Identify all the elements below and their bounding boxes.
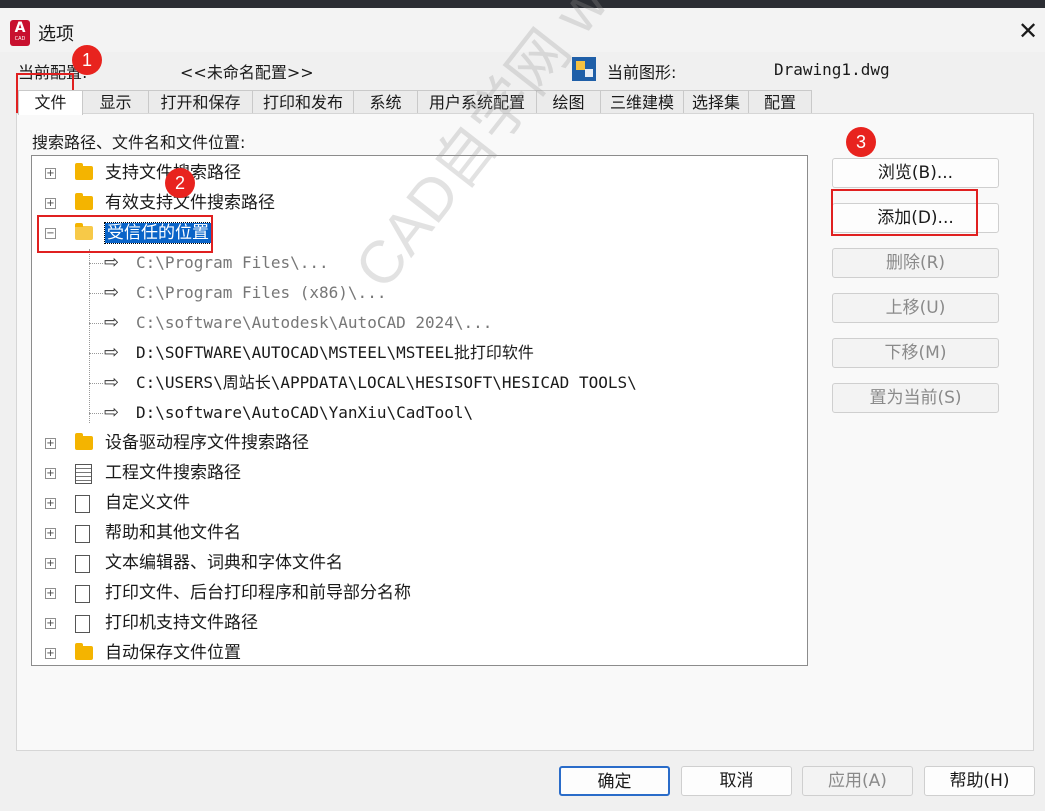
expand-icon[interactable]: + <box>45 198 56 209</box>
tree-item-label: 打印文件、后台打印程序和前导部分名称 <box>105 583 411 603</box>
tab-user-preferences[interactable]: 用户系统配置 <box>417 90 537 114</box>
document-list-icon <box>75 464 92 484</box>
expand-icon[interactable]: + <box>45 468 56 479</box>
trusted-path-item[interactable]: ⇨ D:\SOFTWARE\AUTOCAD\MSTEEL\MSTEEL批打印软件 <box>32 339 782 367</box>
tree-item-label: 自定义文件 <box>105 493 190 513</box>
trusted-path-item[interactable]: ⇨ D:\software\AutoCAD\YanXiu\CadTool\ <box>32 399 782 427</box>
app-icon-sub: CAD <box>14 36 26 42</box>
tree-item-print-files[interactable]: + 打印文件、后台打印程序和前导部分名称 <box>32 579 782 607</box>
path-label: C:\software\Autodesk\AutoCAD 2024\... <box>136 313 493 332</box>
path-arrow-icon: ⇨ <box>104 312 120 333</box>
expand-icon[interactable]: + <box>45 558 56 569</box>
tree-item-label: 有效支持文件搜索路径 <box>105 193 275 213</box>
tree-item-device-driver-paths[interactable]: + 设备驱动程序文件搜索路径 <box>32 429 782 457</box>
expand-icon[interactable]: + <box>45 588 56 599</box>
tree-item-autosave-location[interactable]: + 自动保存文件位置 <box>32 639 782 665</box>
tab-system[interactable]: 系统 <box>353 90 418 114</box>
path-arrow-icon: ⇨ <box>104 252 120 273</box>
tab-display[interactable]: 显示 <box>82 90 149 114</box>
tab-plot-publish[interactable]: 打印和发布 <box>252 90 354 114</box>
title-bar: A CAD 选项 ✕ <box>0 8 1045 52</box>
path-label: C:\Program Files (x86)\... <box>136 283 387 302</box>
trusted-path-item[interactable]: ⇨ C:\USERS\周站长\APPDATA\LOCAL\HESISOFT\HE… <box>32 369 782 397</box>
expand-icon[interactable]: + <box>45 168 56 179</box>
browse-button[interactable]: 浏览(B)... <box>832 158 999 188</box>
drawing-file-icon <box>572 57 596 81</box>
expand-icon[interactable]: + <box>45 648 56 659</box>
path-arrow-icon: ⇨ <box>104 372 120 393</box>
path-arrow-icon: ⇨ <box>104 342 120 363</box>
expand-icon[interactable]: + <box>45 498 56 509</box>
tree-item-label: 自动保存文件位置 <box>105 643 241 663</box>
cancel-button[interactable]: 取消 <box>681 766 792 796</box>
annotation-highlight-trusted-locations <box>37 215 213 253</box>
trusted-path-item[interactable]: ⇨ C:\Program Files\... <box>32 249 782 277</box>
expand-icon[interactable]: + <box>45 438 56 449</box>
apply-button[interactable]: 应用(A) <box>802 766 913 796</box>
path-label: C:\Program Files\... <box>136 253 329 272</box>
tree-item-label: 设备驱动程序文件搜索路径 <box>105 433 309 453</box>
tree-item-support-paths[interactable]: + 支持文件搜索路径 <box>32 159 782 187</box>
tree-item-label: 工程文件搜索路径 <box>105 463 241 483</box>
tree-item-customization-files[interactable]: + 自定义文件 <box>32 489 782 517</box>
tab-files[interactable]: 文件 <box>18 90 83 115</box>
folder-icon <box>75 643 93 660</box>
trusted-path-item[interactable]: ⇨ C:\Program Files (x86)\... <box>32 279 782 307</box>
ok-button[interactable]: 确定 <box>559 766 670 796</box>
window-title: 选项 <box>38 24 74 45</box>
tree-item-text-editor-files[interactable]: + 文本编辑器、词典和字体文件名 <box>32 549 782 577</box>
app-icon-letter: A <box>14 20 26 36</box>
documents-icon <box>75 612 94 633</box>
remove-button[interactable]: 删除(R) <box>832 248 999 278</box>
expand-icon[interactable]: + <box>45 528 56 539</box>
current-drawing-value: Drawing1.dwg <box>774 60 890 79</box>
tree-item-printer-support-paths[interactable]: + 打印机支持文件路径 <box>32 609 782 637</box>
search-paths-label: 搜索路径、文件名和文件位置: <box>32 133 246 152</box>
help-button[interactable]: 帮助(H) <box>924 766 1035 796</box>
tab-profiles[interactable]: 配置 <box>748 90 812 114</box>
set-current-button[interactable]: 置为当前(S) <box>832 383 999 413</box>
expand-icon[interactable]: + <box>45 618 56 629</box>
trusted-path-item[interactable]: ⇨ C:\software\Autodesk\AutoCAD 2024\... <box>32 309 782 337</box>
tree-item-project-paths[interactable]: + 工程文件搜索路径 <box>32 459 782 487</box>
tree-item-label: 打印机支持文件路径 <box>105 613 258 633</box>
top-edge-strip <box>0 0 1045 8</box>
path-label: D:\SOFTWARE\AUTOCAD\MSTEEL\MSTEEL批打印软件 <box>136 343 534 362</box>
tab-drafting[interactable]: 绘图 <box>536 90 601 114</box>
documents-icon <box>75 522 94 543</box>
path-arrow-icon: ⇨ <box>104 402 120 423</box>
documents-icon <box>75 552 94 573</box>
folder-icon <box>75 433 93 450</box>
tree-item-working-support-paths[interactable]: + 有效支持文件搜索路径 <box>32 189 782 217</box>
path-label: C:\USERS\周站长\APPDATA\LOCAL\HESISOFT\HESI… <box>136 373 637 392</box>
annotation-badge-1: 1 <box>72 45 102 75</box>
move-up-button[interactable]: 上移(U) <box>832 293 999 323</box>
folder-icon <box>75 193 93 210</box>
tab-open-save[interactable]: 打开和保存 <box>148 90 253 114</box>
annotation-badge-3: 3 <box>846 127 876 157</box>
path-label: D:\software\AutoCAD\YanXiu\CadTool\ <box>136 403 474 422</box>
path-arrow-icon: ⇨ <box>104 282 120 303</box>
close-icon[interactable]: ✕ <box>1014 17 1042 45</box>
current-drawing-label: 当前图形: <box>607 63 677 82</box>
tree-item-help-files[interactable]: + 帮助和其他文件名 <box>32 519 782 547</box>
tree-item-label: 文本编辑器、词典和字体文件名 <box>105 553 343 573</box>
annotation-highlight-add-button <box>831 189 978 236</box>
tree-item-label: 帮助和其他文件名 <box>105 523 241 543</box>
current-profile-value: <<未命名配置>> <box>180 63 314 82</box>
tab-selection[interactable]: 选择集 <box>683 90 749 114</box>
tab-3d-modeling[interactable]: 三维建模 <box>600 90 684 114</box>
documents-icon <box>75 582 94 603</box>
documents-icon <box>75 492 94 513</box>
folder-icon <box>75 163 93 180</box>
annotation-badge-2: 2 <box>165 168 195 198</box>
autocad-app-icon: A CAD <box>10 20 30 46</box>
move-down-button[interactable]: 下移(M) <box>832 338 999 368</box>
